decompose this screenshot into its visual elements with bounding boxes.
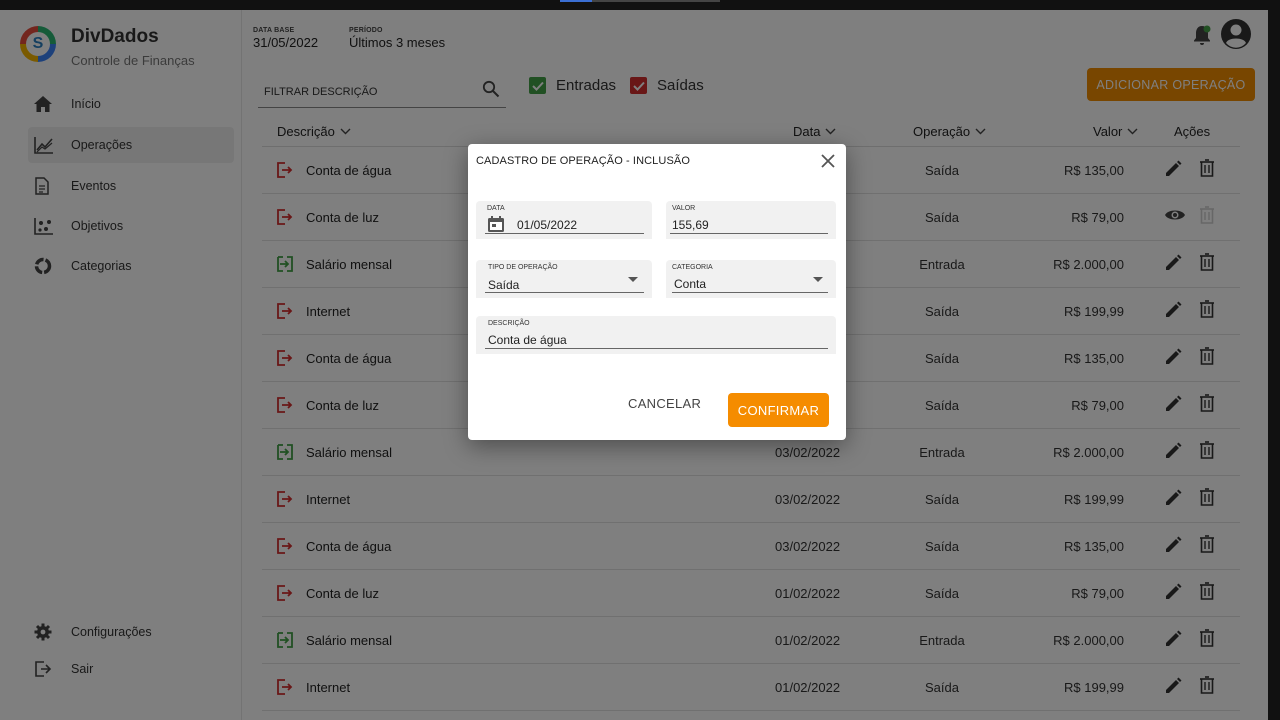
- top-strip-bar: [592, 0, 720, 2]
- category-label: CATEGORIA: [672, 264, 713, 271]
- category-underline: [672, 292, 828, 293]
- date-field-underline: [485, 233, 644, 234]
- dropdown-arrow-icon: [813, 277, 823, 282]
- date-field-value: 01/05/2022: [517, 218, 578, 232]
- description-field[interactable]: DESCRIÇÃO Conta de água: [476, 316, 836, 354]
- dropdown-arrow-icon: [628, 277, 638, 282]
- category-value: Conta: [674, 277, 707, 291]
- close-icon[interactable]: [820, 153, 836, 174]
- top-strip: [0, 0, 1280, 10]
- calendar-icon[interactable]: [487, 215, 505, 238]
- date-field-label: DATA: [487, 205, 505, 212]
- operation-dialog: CADASTRO DE OPERAÇÃO - INCLUSÃO DATA 01/…: [468, 144, 846, 440]
- top-strip-accent: [560, 0, 592, 2]
- operation-type-select[interactable]: TIPO DE OPERAÇÃO Saída: [476, 260, 652, 298]
- operation-type-label: TIPO DE OPERAÇÃO: [488, 264, 558, 271]
- value-field-underline: [670, 233, 828, 234]
- confirm-button[interactable]: CONFIRMAR: [728, 393, 829, 427]
- dialog-title: CADASTRO DE OPERAÇÃO - INCLUSÃO: [476, 155, 690, 167]
- category-select[interactable]: CATEGORIA Conta: [666, 260, 836, 298]
- cancel-button[interactable]: CANCELAR: [628, 396, 701, 411]
- description-value: Conta de água: [488, 333, 567, 347]
- value-field-label: VALOR: [672, 205, 696, 212]
- scrollbar[interactable]: [1268, 10, 1280, 720]
- description-label: DESCRIÇÃO: [488, 320, 530, 327]
- date-field[interactable]: DATA 01/05/2022: [476, 201, 652, 239]
- value-field[interactable]: VALOR 155,69: [666, 201, 836, 239]
- description-underline: [485, 348, 828, 349]
- operation-type-underline: [485, 292, 644, 293]
- value-field-value: 155,69: [672, 218, 709, 232]
- operation-type-value: Saída: [488, 278, 520, 292]
